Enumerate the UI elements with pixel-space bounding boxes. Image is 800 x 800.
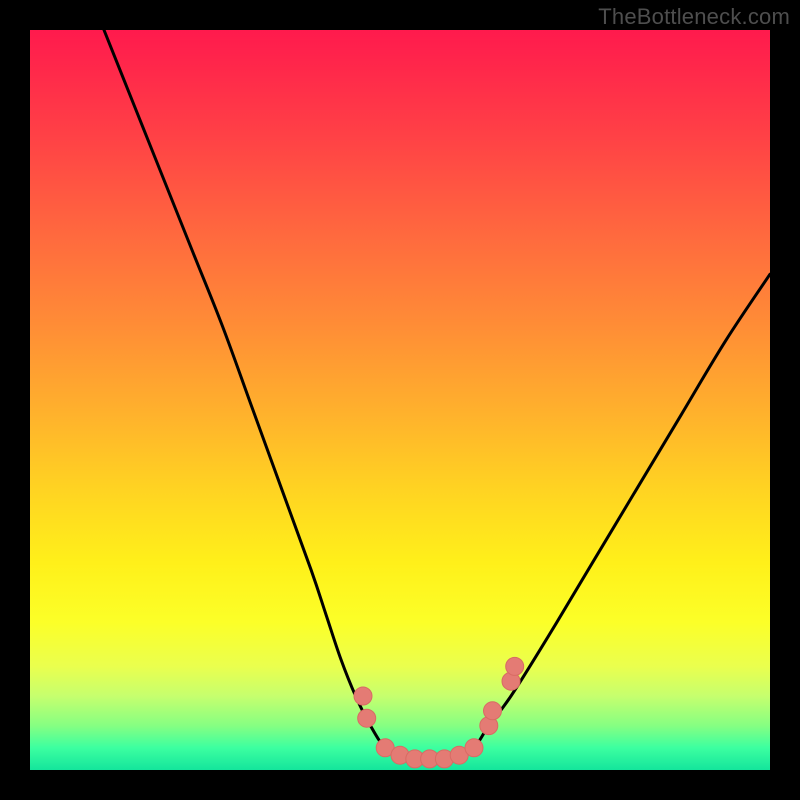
highlight-marker — [354, 687, 372, 705]
highlight-marker — [484, 702, 502, 720]
curve-path — [104, 30, 770, 759]
chart-frame: TheBottleneck.com — [0, 0, 800, 800]
curve-markers — [354, 657, 524, 768]
highlight-marker — [465, 739, 483, 757]
highlight-marker — [358, 709, 376, 727]
bottleneck-curve — [30, 30, 770, 770]
plot-area — [30, 30, 770, 770]
attribution-text: TheBottleneck.com — [598, 4, 790, 30]
highlight-marker — [506, 657, 524, 675]
